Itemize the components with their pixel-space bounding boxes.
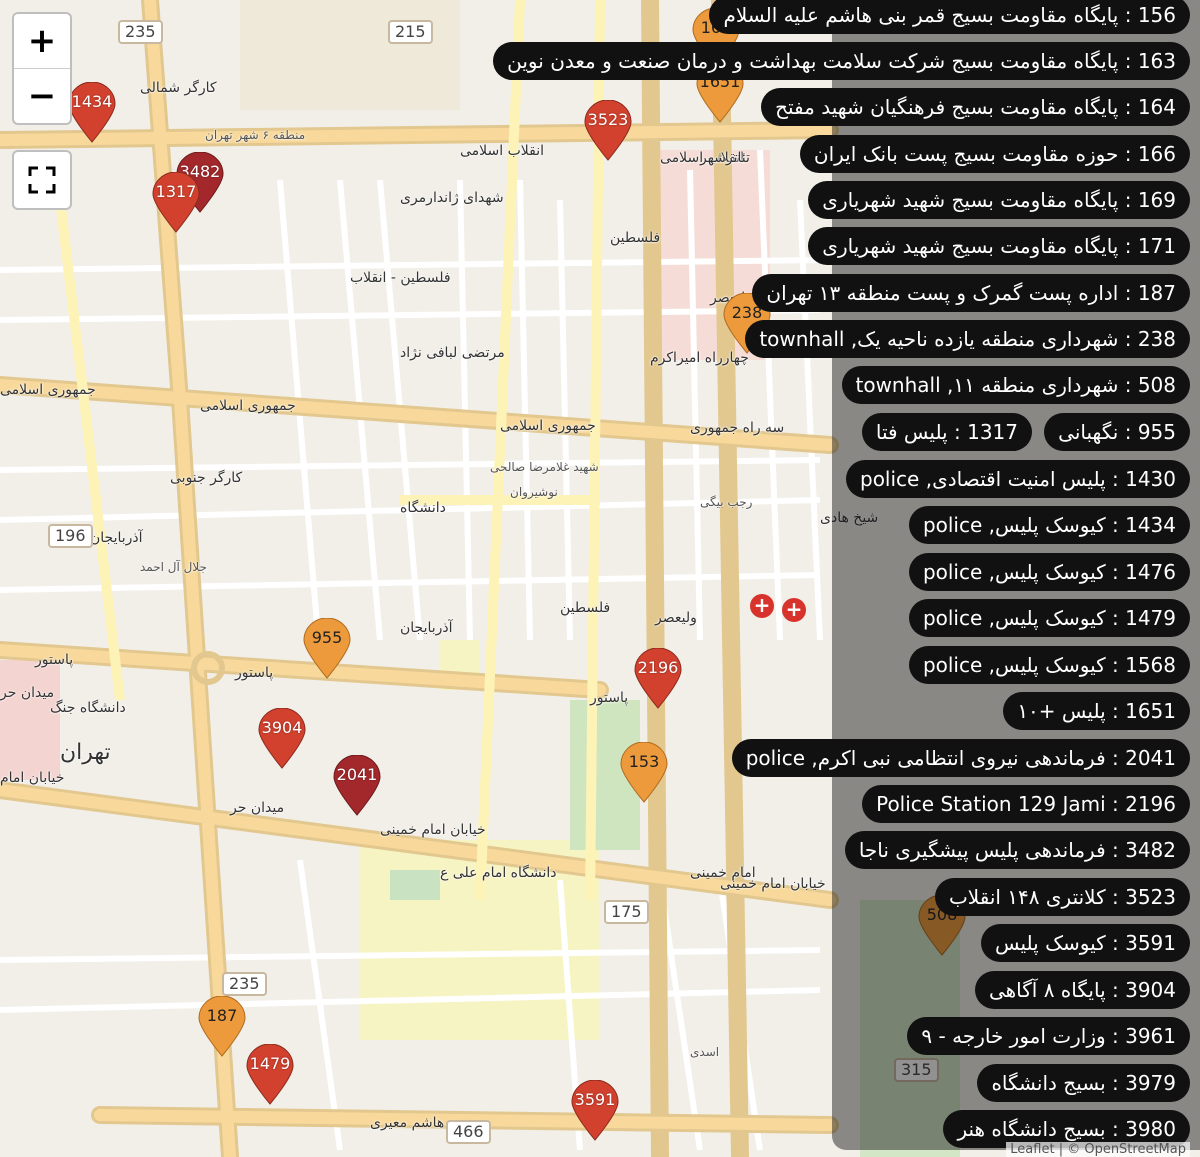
map-marker[interactable]: 3591 <box>569 1080 621 1142</box>
legend-item[interactable]: 1568 : کیوسک پلیس, police <box>908 646 1190 684</box>
route-shield: 466 <box>446 1120 491 1144</box>
map-marker[interactable]: 3904 <box>256 708 308 770</box>
marker-label: 1479 <box>249 1054 291 1073</box>
legend-item[interactable]: 3523 : کلانتری ۱۴۸ انقلاب <box>934 878 1190 916</box>
legend-item[interactable]: 1479 : کیوسک پلیس, police <box>908 599 1190 637</box>
zoom-out-button[interactable]: − <box>14 68 70 123</box>
legend-item[interactable]: 1317 : پلیس فتا <box>861 413 1032 451</box>
map-marker[interactable]: 1479 <box>244 1044 296 1106</box>
marker-label: 955 <box>311 628 343 647</box>
fullscreen-icon <box>28 166 56 194</box>
map-marker[interactable]: 187 <box>196 996 248 1058</box>
legend-item[interactable]: 238 : شهرداری منطقه یازده ناحیه یک, town… <box>745 320 1190 358</box>
route-shield: 196 <box>48 524 93 548</box>
legend-item[interactable]: 163 : پایگاه مقاومت بسیج شرکت سلامت بهدا… <box>493 42 1190 80</box>
legend-item[interactable]: 1434 : کیوسک پلیس, police <box>908 506 1190 544</box>
map-marker[interactable]: 2041 <box>331 755 383 817</box>
marker-label: 1317 <box>155 182 197 201</box>
map-marker[interactable]: 153 <box>618 742 670 804</box>
fullscreen-button[interactable] <box>12 150 72 210</box>
legend-item[interactable]: 1651 : پلیس +۱۰ <box>1003 692 1190 730</box>
marker-label: 3591 <box>574 1090 616 1109</box>
legend-item[interactable]: 3979 : بسیج دانشگاه <box>977 1064 1190 1102</box>
legend-item[interactable]: 187 : اداره پست گمرک و پست منطقه ۱۳ تهرا… <box>752 274 1190 312</box>
route-shield: 175 <box>604 900 649 924</box>
marker-label: 2196 <box>637 658 679 677</box>
route-shield: 235 <box>118 20 163 44</box>
legend-item[interactable]: 2041 : فرماندهی نیروی انتظامی نبی اکرم, … <box>731 739 1190 777</box>
legend-item[interactable]: 3591 : کیوسک پلیس <box>981 924 1190 962</box>
marker-label: 153 <box>628 752 660 771</box>
marker-label: 3904 <box>261 718 303 737</box>
legend-panel: 156 : پایگاه مقاومت بسیج قمر بنی هاشم عل… <box>493 0 1200 1150</box>
legend-item[interactable]: 171 : پایگاه مقاومت بسیج شهید شهریاری <box>808 227 1190 265</box>
legend-item[interactable]: 156 : پایگاه مقاومت بسیج قمر بنی هاشم عل… <box>709 0 1190 34</box>
marker-label: 1434 <box>71 92 113 111</box>
map-marker[interactable]: 955 <box>301 618 353 680</box>
zoom-in-button[interactable]: + <box>14 14 70 68</box>
legend-item[interactable]: 508 : شهرداری منطقه ۱۱, townhall <box>841 366 1190 404</box>
legend-item[interactable]: 166 : حوزه مقاومت بسیج پست بانک ایران <box>799 135 1190 173</box>
map-attribution[interactable]: Leaflet | © OpenStreetMap <box>1006 1142 1190 1157</box>
map-marker[interactable]: 1434 <box>66 82 118 144</box>
legend-item[interactable]: 1476 : کیوسک پلیس, police <box>908 553 1190 591</box>
hospital-icon[interactable]: + <box>750 594 774 618</box>
marker-label: 3523 <box>587 110 629 129</box>
route-shield: 215 <box>388 20 433 44</box>
legend-item[interactable]: 2196 : Police Station 129 Jami <box>862 785 1190 823</box>
legend-item[interactable]: 955 : نگهبانی <box>1044 413 1190 451</box>
legend-item[interactable]: 169 : پایگاه مقاومت بسیج شهید شهریاری <box>808 181 1190 219</box>
zoom-control: + − <box>12 12 72 125</box>
marker-label: 2041 <box>336 765 378 784</box>
legend-item[interactable]: 164 : پایگاه مقاومت بسیج فرهنگیان شهید م… <box>761 88 1190 126</box>
marker-label: 187 <box>206 1006 238 1025</box>
map-marker[interactable]: 1317 <box>150 172 202 234</box>
legend-item[interactable]: 3961 : وزارت امور خارجه - ۹ <box>907 1017 1190 1055</box>
legend-item[interactable]: 3482 : فرماندهی پلیس پیشگیری ناجا <box>844 831 1190 869</box>
map-marker[interactable]: 3523 <box>582 100 634 162</box>
legend-item[interactable]: 1430 : پلیس امنیت اقتصادی, police <box>846 460 1190 498</box>
legend-item[interactable]: 3904 : پایگاه ۸ آگاهی <box>974 971 1190 1009</box>
route-shield: 235 <box>222 972 267 996</box>
hospital-icon[interactable]: + <box>782 598 806 622</box>
map-marker[interactable]: 2196 <box>632 648 684 710</box>
